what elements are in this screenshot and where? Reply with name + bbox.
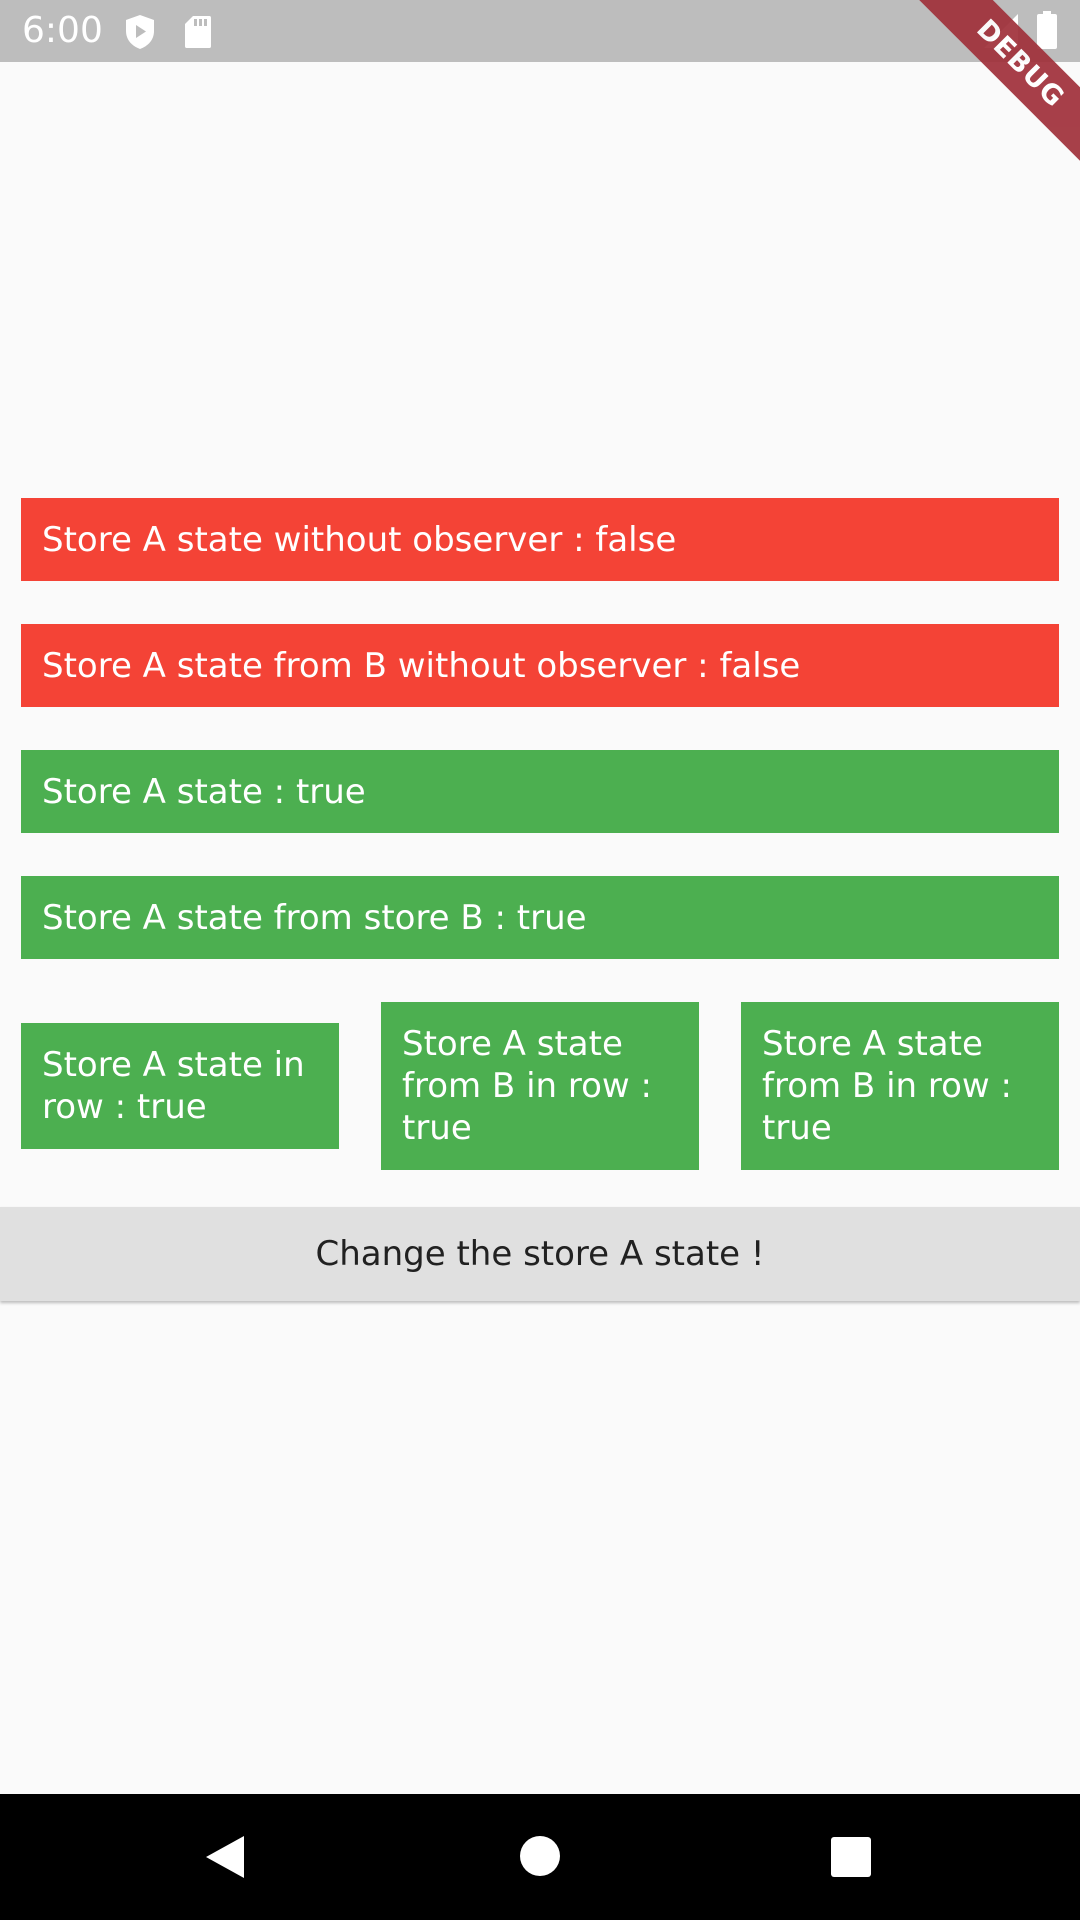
card-from-store-b: Store A state from store B : true: [21, 876, 1059, 959]
card-label: Store A state without observer : false: [42, 519, 677, 560]
card-label: Store A state from B in row : true: [762, 1024, 1012, 1148]
play-protect-icon: [126, 15, 154, 49]
status-time: 6:00: [22, 10, 103, 51]
card-label: Store A state : true: [42, 771, 366, 812]
button-label: Change the store A state !: [315, 1234, 765, 1274]
home-icon[interactable]: [519, 1835, 561, 1877]
card-state: Store A state : true: [21, 750, 1059, 833]
row-card-from-b-in-row: Store A state from B in row : true: [381, 1002, 699, 1170]
sd-card-icon: [185, 16, 211, 48]
row-card-from-b-in-row-2: Store A state from B in row : true: [741, 1002, 1059, 1170]
status-bar: 6:00 DEBUG: [0, 0, 1080, 217]
card-label: Store A state from B in row : true: [402, 1024, 652, 1148]
card-label: Store A state from B without observer : …: [42, 645, 801, 686]
change-store-a-state-button[interactable]: Change the store A state !: [0, 1207, 1080, 1301]
card-without-observer: Store A state without observer : false: [21, 498, 1059, 581]
card-from-b-without-observer: Store A state from B without observer : …: [21, 624, 1059, 707]
card-label: Store A state from store B : true: [42, 897, 587, 938]
row-card-state-in-row: Store A state in row : true: [21, 1023, 339, 1149]
battery-icon: [1037, 11, 1057, 49]
card-label: Store A state in row : true: [42, 1045, 305, 1127]
back-icon[interactable]: [204, 1834, 246, 1880]
navigation-bar: [0, 1794, 1080, 1920]
recents-icon[interactable]: [830, 1836, 872, 1878]
